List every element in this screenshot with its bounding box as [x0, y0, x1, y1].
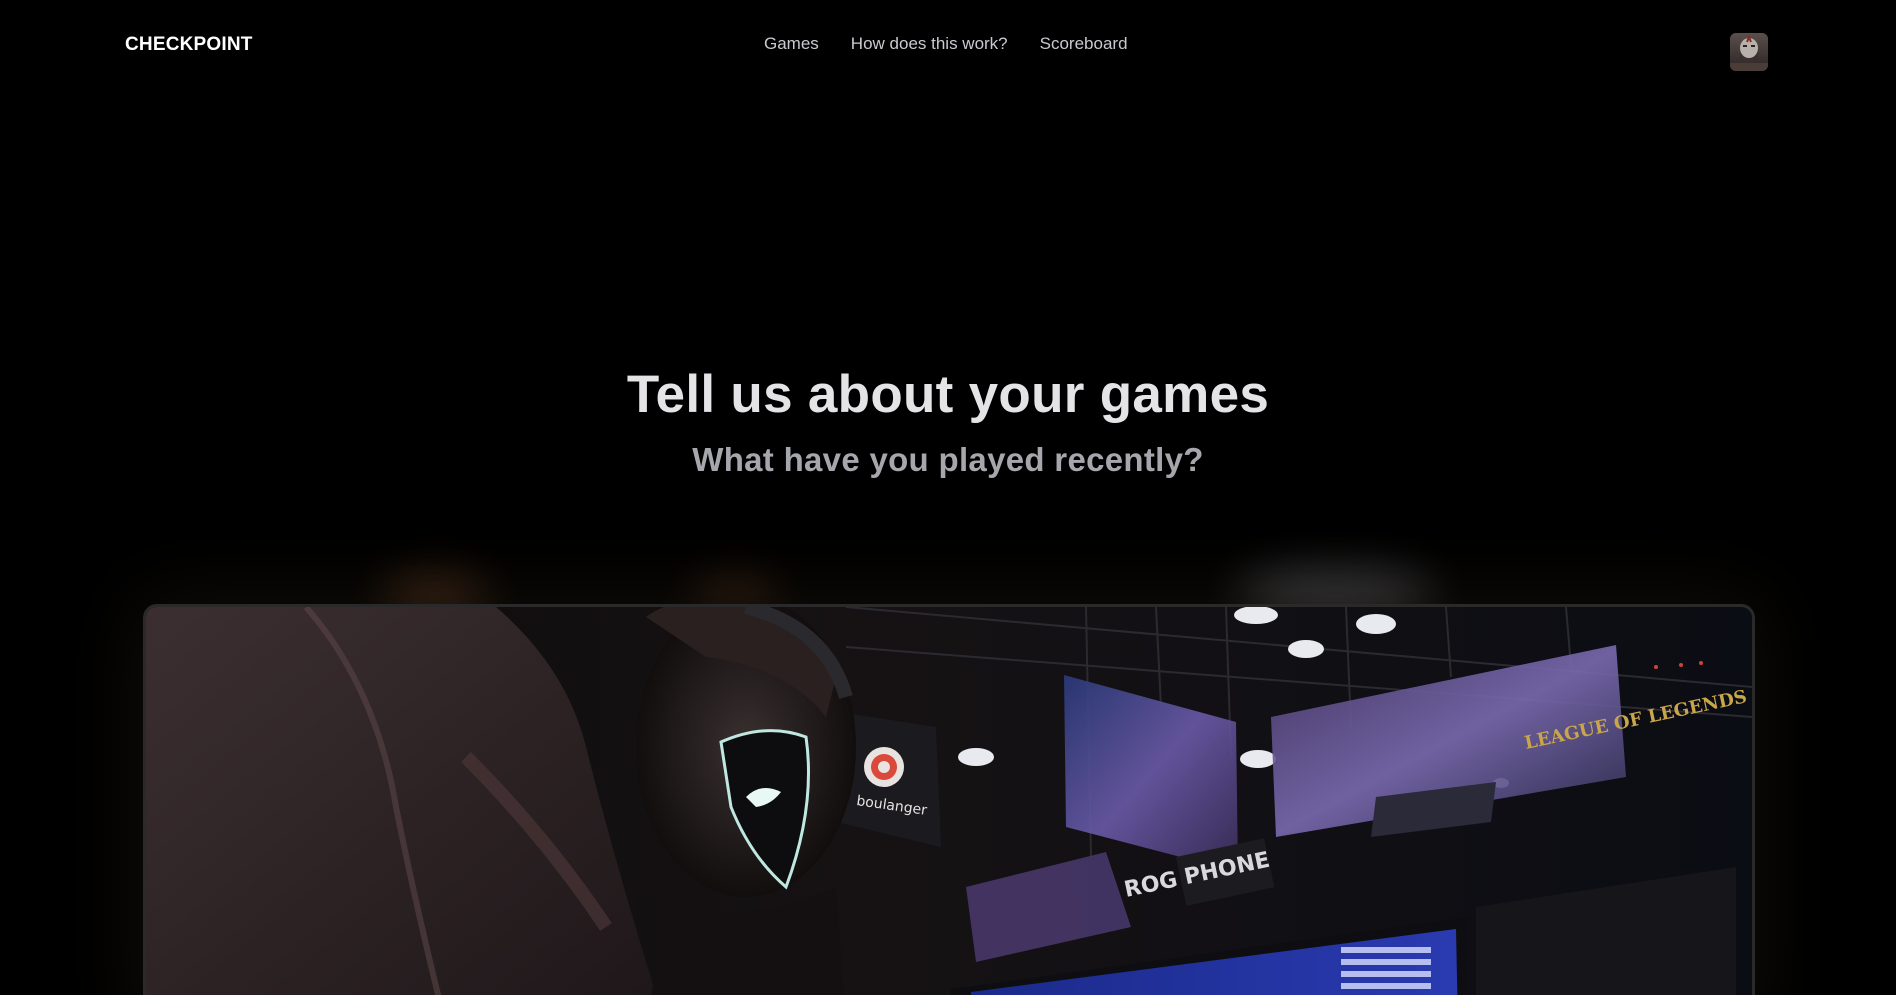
esports-gamer-photo: boulanger LEAGUE OF LEGENDS ROG PHONE: [146, 607, 1752, 995]
logo[interactable]: CHECKPOINT: [125, 32, 253, 58]
top-navigation: CHECKPOINT Games How does this work? Sco…: [0, 0, 1896, 90]
hero-section: Tell us about your games What have you p…: [0, 355, 1896, 490]
page: CHECKPOINT Games How does this work? Sco…: [0, 0, 1896, 995]
hero-image: boulanger LEAGUE OF LEGENDS ROG PHONE: [143, 604, 1755, 995]
nav-link-scoreboard[interactable]: Scoreboard: [1040, 32, 1128, 56]
main-nav: Games How does this work? Scoreboard: [764, 32, 1128, 56]
avatar-portrait-icon: [1730, 33, 1768, 71]
hero-title: Tell us about your games: [626, 365, 1270, 424]
user-avatar[interactable]: [1730, 33, 1768, 71]
hero-subtitle: What have you played recently?: [692, 441, 1204, 478]
nav-link-games[interactable]: Games: [764, 32, 819, 56]
nav-link-how-it-works[interactable]: How does this work?: [851, 32, 1008, 56]
